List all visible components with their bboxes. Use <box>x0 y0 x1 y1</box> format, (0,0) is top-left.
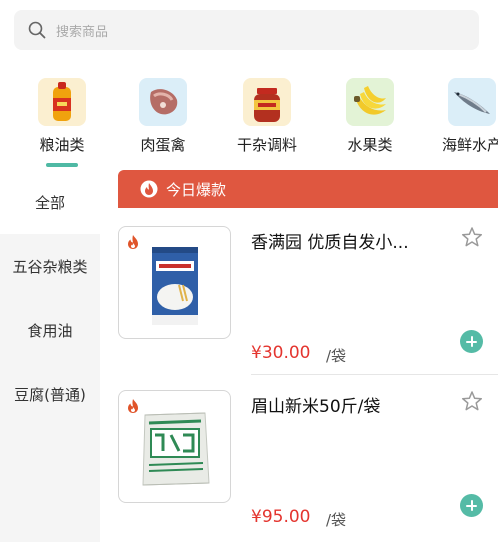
fish-icon <box>448 78 496 126</box>
sidebar-item-label: 五谷杂粮类 <box>12 257 88 276</box>
active-tab-indicator <box>46 163 78 167</box>
category-tabs: 粮油类 肉蛋禽 干杂调料 水果类 海鲜水产 <box>0 78 498 170</box>
category-tab-grain-oil[interactable]: 粮油类 <box>12 78 112 167</box>
search-bar[interactable]: 搜索商品 <box>14 10 479 50</box>
sauce-jar-icon <box>243 78 291 126</box>
product-name[interactable]: 眉山新米50斤/袋 <box>251 392 380 417</box>
product-image[interactable] <box>118 390 231 503</box>
meat-icon <box>139 78 187 126</box>
banana-icon <box>346 78 394 126</box>
sidebar-item-label: 食用油 <box>27 321 73 340</box>
category-tab-meat-egg[interactable]: 肉蛋禽 <box>113 78 213 155</box>
sidebar-item-label: 全部 <box>34 193 65 212</box>
product-name[interactable]: 香满园 优质自发小... <box>251 228 409 253</box>
product-price: ¥30.00 <box>251 343 311 363</box>
divider <box>251 374 498 375</box>
category-label: 海鲜水产 <box>441 136 498 154</box>
hot-deals-banner: 今日爆款 <box>118 170 498 208</box>
product-unit: /袋 <box>326 347 347 365</box>
product-price: ¥95.00 <box>251 507 311 527</box>
sidebar: 全部 五谷杂粮类 食用油 豆腐(普通) <box>0 170 100 542</box>
sidebar-item-all[interactable]: 全部 <box>0 170 100 234</box>
category-tab-dry-goods[interactable]: 干杂调料 <box>217 78 317 155</box>
product-card[interactable]: 眉山新米50斤/袋 ¥95.00 /袋 <box>118 390 498 542</box>
category-tab-fruit[interactable]: 水果类 <box>320 78 420 155</box>
add-to-cart-button[interactable] <box>460 494 483 517</box>
sidebar-item-label: 豆腐(普通) <box>14 385 86 404</box>
cooking-oil-icon <box>38 78 86 126</box>
sidebar-item-tofu[interactable]: 豆腐(普通) <box>0 362 100 426</box>
product-image[interactable] <box>118 226 231 339</box>
product-card[interactable]: 香满园 优质自发小... ¥30.00 /袋 <box>118 226 498 390</box>
fire-icon <box>140 180 158 198</box>
banner-title: 今日爆款 <box>166 180 227 199</box>
search-icon <box>28 21 46 39</box>
sidebar-item-grains[interactable]: 五谷杂粮类 <box>0 234 100 298</box>
category-tab-seafood[interactable]: 海鲜水产 <box>422 78 498 155</box>
category-label: 肉蛋禽 <box>140 136 186 154</box>
category-label: 水果类 <box>347 136 393 154</box>
product-unit: /袋 <box>326 511 347 529</box>
star-icon[interactable] <box>461 226 483 248</box>
category-label: 粮油类 <box>39 136 85 154</box>
search-placeholder: 搜索商品 <box>56 24 109 40</box>
add-to-cart-button[interactable] <box>460 330 483 353</box>
star-icon[interactable] <box>461 390 483 412</box>
hot-icon <box>128 235 138 249</box>
sidebar-item-cooking-oil[interactable]: 食用油 <box>0 298 100 362</box>
hot-icon <box>128 399 138 413</box>
category-label: 干杂调料 <box>236 136 297 154</box>
